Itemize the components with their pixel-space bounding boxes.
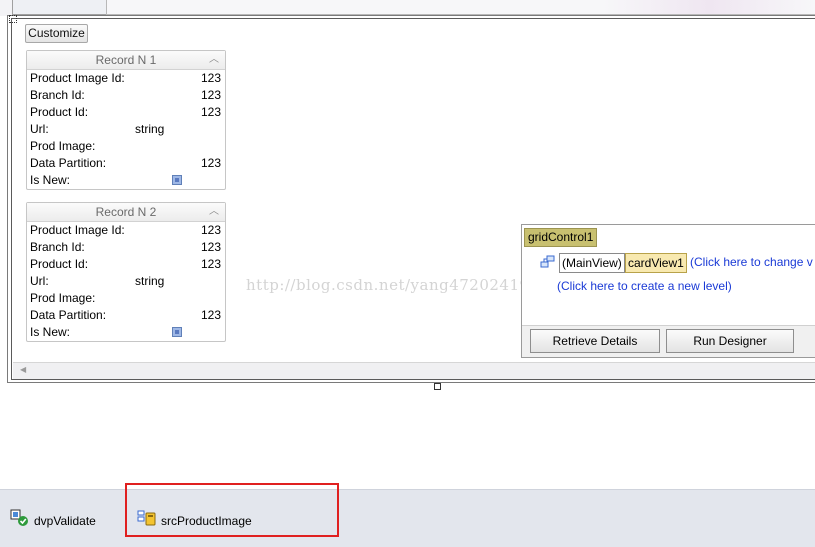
level-designer: gridControl1 (MainView) cardView1 (Click… xyxy=(522,225,815,326)
field-label: Product Image Id: xyxy=(30,71,125,85)
customize-button[interactable]: Customize xyxy=(25,24,88,43)
document-tab-strip xyxy=(0,0,815,16)
card-field-row[interactable]: Prod Image: xyxy=(27,290,225,307)
retrieve-details-button[interactable]: Retrieve Details xyxy=(530,329,660,353)
tab-edge xyxy=(12,0,107,15)
field-label: Branch Id: xyxy=(30,240,85,254)
resize-handle[interactable] xyxy=(434,383,441,390)
card-field-row[interactable]: Data Partition: 123 xyxy=(27,307,225,324)
highlight-annotation xyxy=(125,483,339,537)
field-value[interactable]: 123 xyxy=(201,239,221,256)
card-field-row[interactable]: Data Partition: 123 xyxy=(27,155,225,172)
is-new-checkbox[interactable] xyxy=(172,327,182,337)
card-title: Record N 1 xyxy=(95,53,157,67)
field-value[interactable]: string xyxy=(135,121,164,138)
field-value[interactable]: 123 xyxy=(201,104,221,121)
field-value[interactable]: 123 xyxy=(201,256,221,273)
card-view-node[interactable]: cardView1 xyxy=(625,253,687,273)
card-field-row[interactable]: Product Image Id: 123 xyxy=(27,222,225,239)
field-label: Data Partition: xyxy=(30,308,107,322)
level-tree-icon xyxy=(540,255,555,268)
field-value[interactable]: 123 xyxy=(201,307,221,324)
component-tray: dvpValidate srcProductImage xyxy=(0,489,815,547)
card-field-row[interactable]: Product Id: 123 xyxy=(27,256,225,273)
field-label: Product Image Id: xyxy=(30,223,125,237)
field-value[interactable]: 123 xyxy=(201,155,221,172)
field-label: Is New: xyxy=(30,173,71,187)
field-value[interactable]: 123 xyxy=(201,222,221,239)
watermark: http://blog.csdn.net/yang472024191 xyxy=(246,276,540,294)
tray-item-label: dvpValidate xyxy=(34,514,96,528)
scroll-left-icon[interactable]: ◀ xyxy=(20,365,26,374)
horizontal-scrollbar[interactable] xyxy=(13,362,815,379)
is-new-checkbox[interactable] xyxy=(172,175,182,185)
grid-designer-panel: gridControl1 (MainView) cardView1 (Click… xyxy=(521,224,815,358)
grid-control-tag[interactable]: gridControl1 xyxy=(524,228,598,247)
collapse-chevron-icon[interactable]: ︿ xyxy=(209,51,219,69)
field-label: Data Partition: xyxy=(30,156,107,170)
field-value[interactable]: 123 xyxy=(201,87,221,104)
card-record-2[interactable]: Record N 2 ︿ Product Image Id: 123 Branch… xyxy=(26,202,226,342)
change-view-link[interactable]: (Click here to change v xyxy=(690,253,813,271)
main-view-node[interactable]: (MainView) xyxy=(559,253,625,273)
card-field-row[interactable]: Product Id: 123 xyxy=(27,104,225,121)
card-field-row[interactable]: Url: string xyxy=(27,273,225,290)
field-label: Url: xyxy=(30,274,49,288)
field-value[interactable]: 123 xyxy=(201,70,221,87)
create-level-link[interactable]: (Click here to create a new level) xyxy=(557,279,732,293)
selection-glyph[interactable] xyxy=(9,15,17,23)
card-field-row[interactable]: Prod Image: xyxy=(27,138,225,155)
card-field-row[interactable]: Branch Id: 123 xyxy=(27,239,225,256)
card-title: Record N 2 xyxy=(95,205,157,219)
tab-edge-right xyxy=(106,0,815,15)
collapse-chevron-icon[interactable]: ︿ xyxy=(209,203,219,221)
card-header[interactable]: Record N 1 ︿ xyxy=(27,51,225,70)
card-field-row[interactable]: Product Image Id: 123 xyxy=(27,70,225,87)
card-field-row[interactable]: Url: string xyxy=(27,121,225,138)
field-label: Prod Image: xyxy=(30,291,96,305)
field-label: Branch Id: xyxy=(30,88,85,102)
field-label: Product Id: xyxy=(30,257,89,271)
card-field-row[interactable]: Is New: xyxy=(27,324,225,341)
field-value[interactable]: string xyxy=(135,273,164,290)
field-label: Prod Image: xyxy=(30,139,96,153)
field-label: Product Id: xyxy=(30,105,89,119)
card-field-row[interactable]: Is New: xyxy=(27,172,225,189)
tray-item-dvp-validate[interactable]: dvpValidate xyxy=(10,509,120,528)
validation-provider-icon xyxy=(10,509,28,526)
run-designer-button[interactable]: Run Designer xyxy=(666,329,794,353)
card-header[interactable]: Record N 2 ︿ xyxy=(27,203,225,222)
field-label: Is New: xyxy=(30,325,71,339)
card-field-row[interactable]: Branch Id: 123 xyxy=(27,87,225,104)
field-label: Url: xyxy=(30,122,49,136)
card-record-1[interactable]: Record N 1 ︿ Product Image Id: 123 Branch… xyxy=(26,50,226,190)
